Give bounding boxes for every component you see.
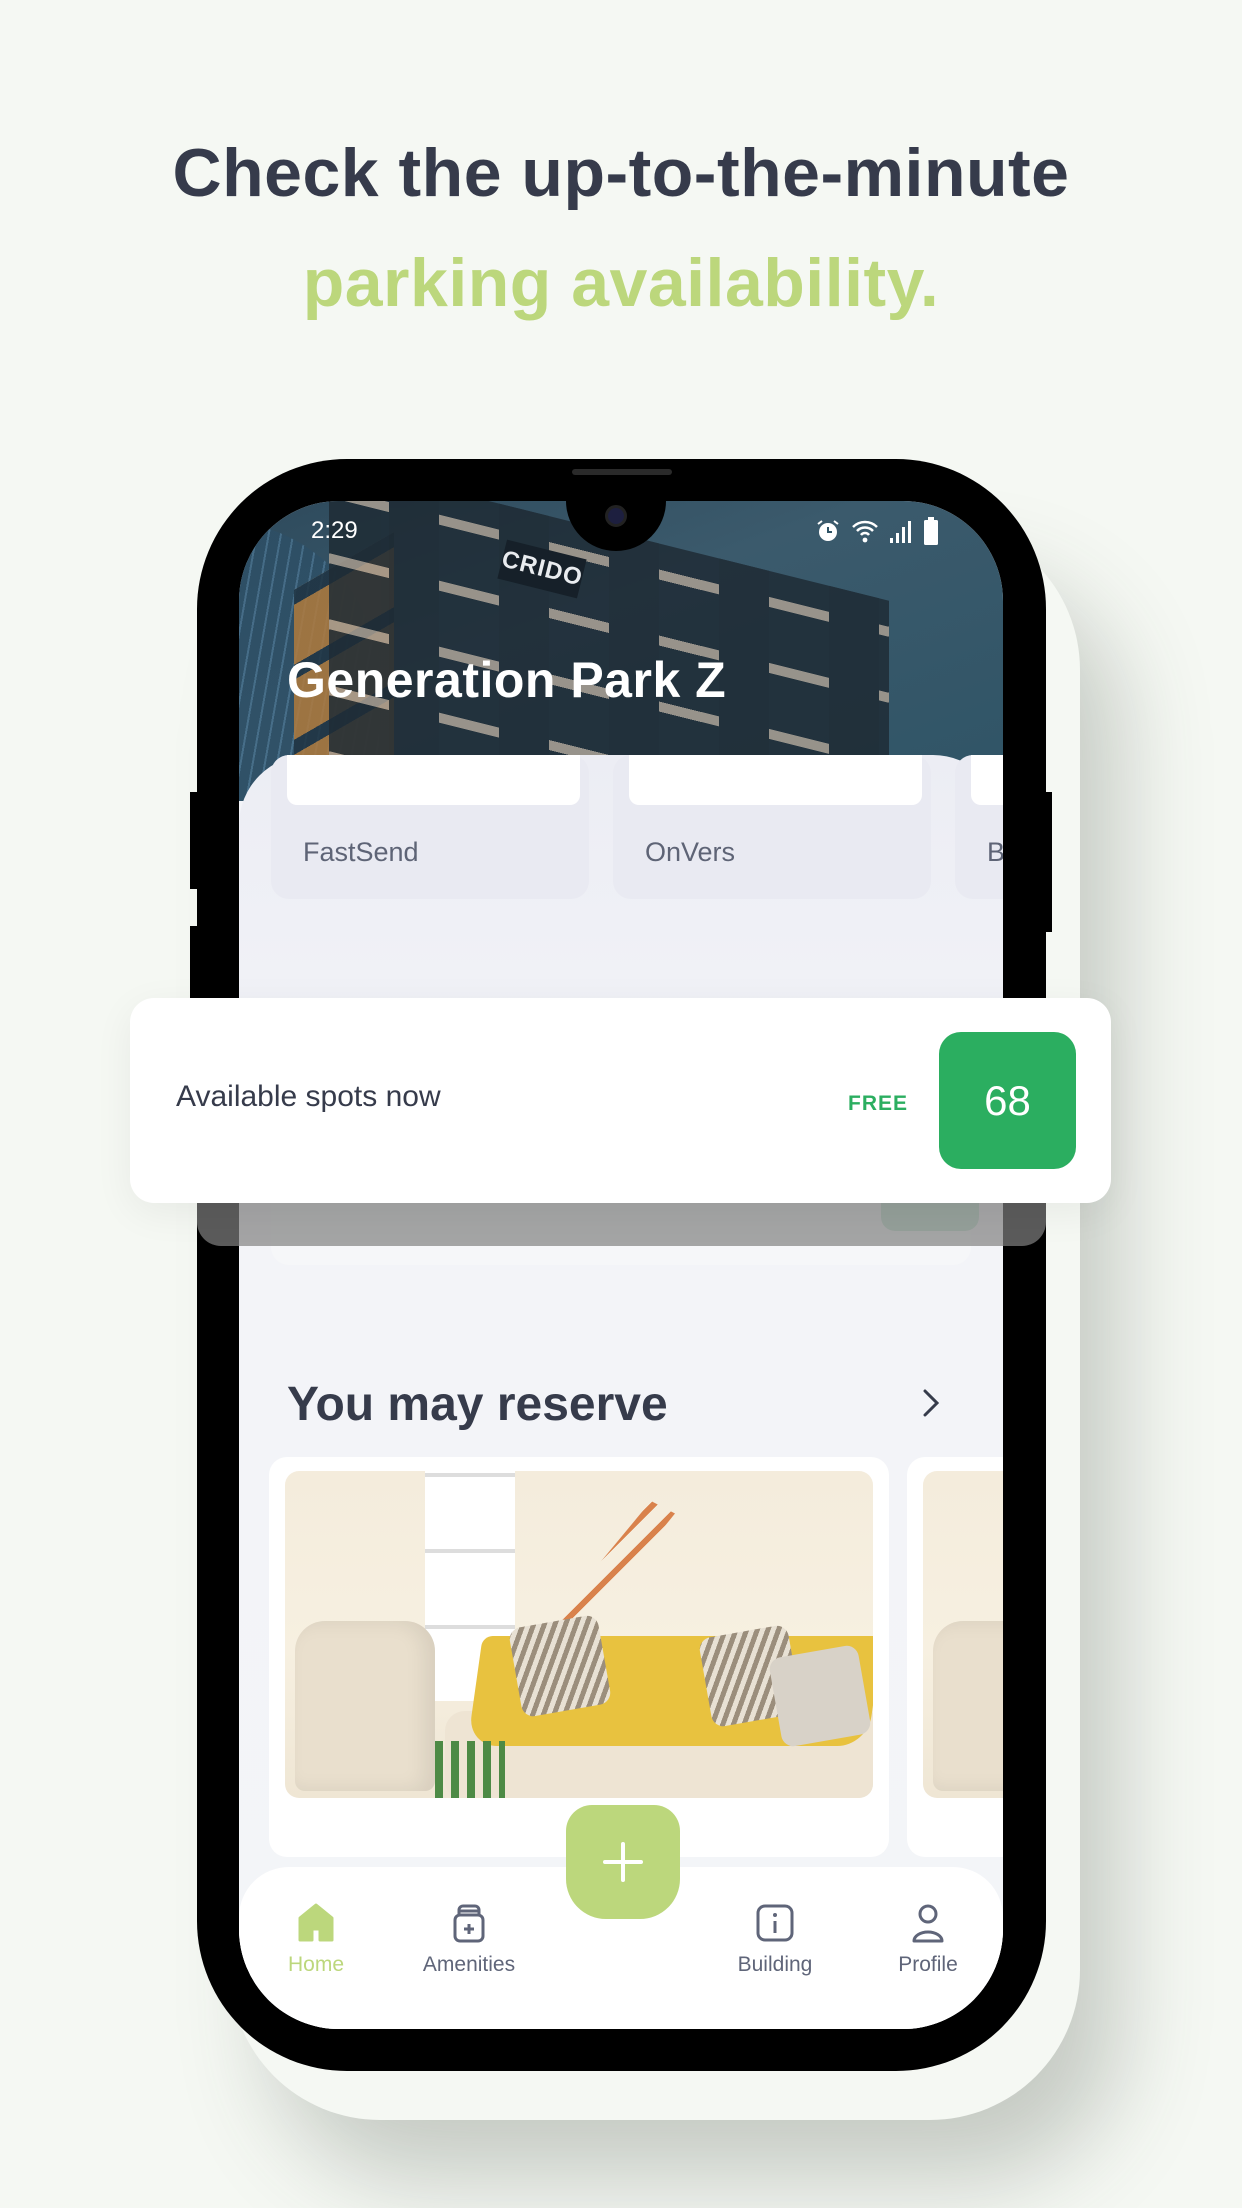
- status-time: 2:29: [311, 517, 358, 544]
- signal-icon: [890, 521, 911, 543]
- building-title: Generation Park Z: [287, 652, 727, 708]
- headline-line-1: Check the up-to-the-minute: [172, 135, 1070, 211]
- battery-icon: [924, 517, 938, 545]
- nav-item-amenities[interactable]: Amenities: [404, 1901, 534, 1977]
- company-card[interactable]: FastSend: [271, 755, 589, 899]
- status-icons: [815, 517, 939, 545]
- spots-status: FREE: [848, 1092, 909, 1115]
- nav-item-home[interactable]: Home: [251, 1901, 381, 1977]
- company-name: OnVers: [645, 837, 736, 867]
- photo-pillow: [767, 1643, 873, 1749]
- add-button[interactable]: [566, 1805, 680, 1919]
- photo-pillow: [507, 1613, 613, 1719]
- company-logo: [971, 755, 1003, 805]
- nav-label: Building: [737, 1953, 813, 1976]
- company-name: FastSend: [303, 837, 419, 867]
- reserve-carousel[interactable]: [269, 1457, 1003, 1857]
- spots-count-badge: 68: [939, 1032, 1076, 1169]
- spots-label: Available spots now: [176, 1080, 441, 1113]
- amenity-photo: [285, 1471, 873, 1798]
- chevron-right-icon[interactable]: [911, 1383, 951, 1423]
- available-spots-card[interactable]: Available spots now FREE 68: [130, 998, 1111, 1203]
- company-card[interactable]: OnVers: [613, 755, 931, 899]
- company-card[interactable]: B: [955, 755, 1003, 899]
- plus-icon: [603, 1842, 643, 1882]
- photo-cactus: [435, 1741, 505, 1798]
- nav-item-building[interactable]: Building: [710, 1901, 840, 1977]
- amenity-photo: [923, 1471, 1003, 1798]
- reserve-card[interactable]: [269, 1457, 889, 1857]
- nav-label: Amenities: [422, 1953, 516, 1976]
- info-icon: [756, 1904, 794, 1942]
- reserve-card[interactable]: [907, 1457, 1003, 1857]
- amenities-icon: [453, 1904, 485, 1943]
- company-logo: [287, 755, 580, 805]
- company-logo: [629, 755, 922, 805]
- wifi-icon: [852, 520, 878, 543]
- company-name: B: [987, 837, 1003, 867]
- alarm-icon: [817, 520, 839, 541]
- headline-line-2: parking availability.: [302, 245, 940, 321]
- home-icon: [298, 1903, 334, 1942]
- user-icon: [912, 1904, 944, 1943]
- headline: Check the up-to-the-minute parking avail…: [0, 118, 1242, 338]
- phone-speaker: [572, 469, 672, 475]
- nav-label: Profile: [898, 1953, 958, 1976]
- photo-armchair: [933, 1621, 1003, 1791]
- nav-item-profile[interactable]: Profile: [863, 1901, 993, 1977]
- camera-icon: [605, 505, 627, 527]
- phone-screen: CRIDO 2:29 Generation Park Z FastSend On…: [239, 501, 1003, 2029]
- nav-label: Home: [287, 1953, 345, 1976]
- reserve-section-title: You may reserve: [287, 1378, 668, 1431]
- companies-carousel[interactable]: FastSend OnVers B: [271, 755, 1003, 899]
- photo-armchair: [295, 1621, 435, 1791]
- phone-frame: CRIDO 2:29 Generation Park Z FastSend On…: [197, 459, 1046, 2071]
